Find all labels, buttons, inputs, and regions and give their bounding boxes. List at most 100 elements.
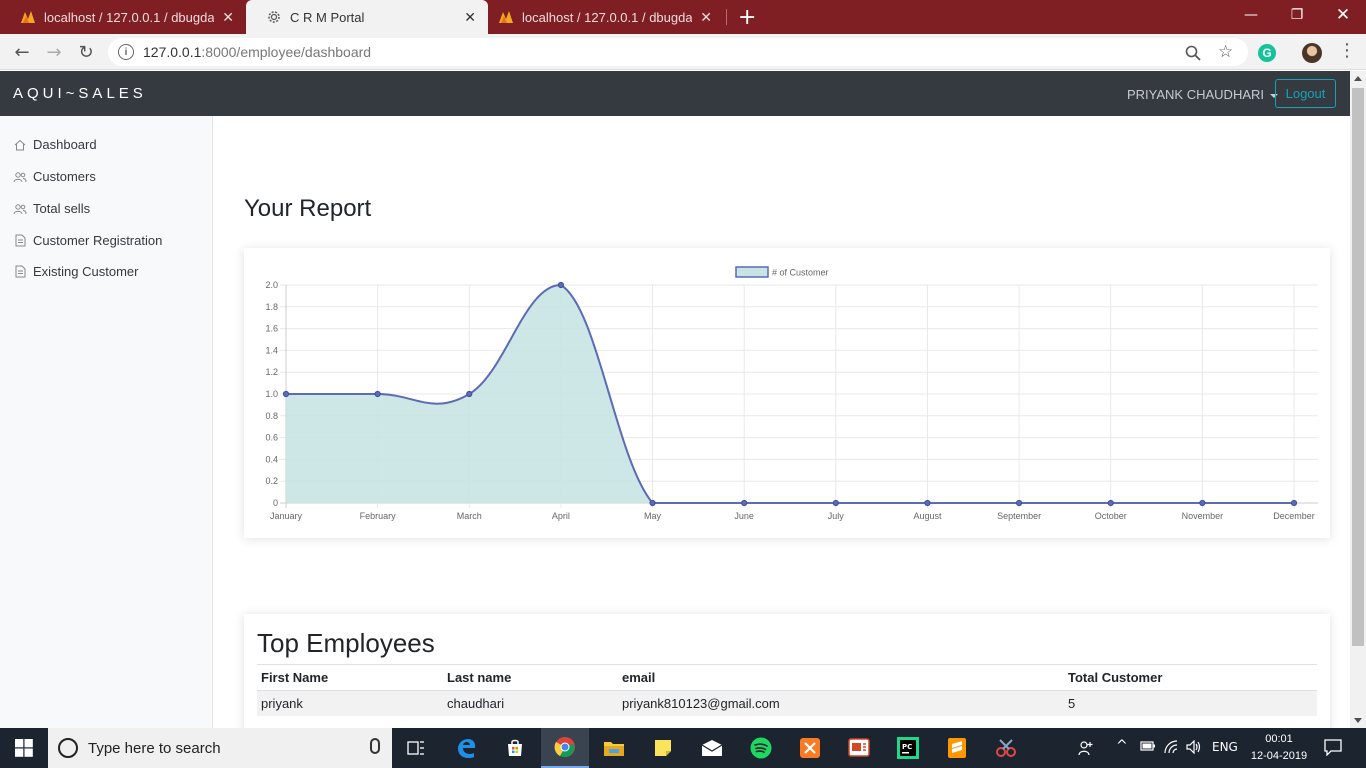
y-tick-label: 0 [273,498,278,508]
page-scrollbar[interactable] [1350,71,1366,728]
profile-avatar[interactable] [1302,43,1322,63]
brand-logo[interactable]: AQUI~SALES [13,85,147,102]
customer-line-chart: 0 0.2 0.4 0.6 0.8 1.0 1.2 1.4 1.6 1.8 2.0 January Fe… [265,266,1318,521]
spotify-icon[interactable] [737,728,785,768]
x-tick-label: February [360,511,397,521]
close-icon[interactable]: ✕ [222,9,234,26]
data-point [1290,499,1298,507]
windows-taskbar: Type here to search PC ^ ENG 00:01 12-04… [0,728,1366,768]
sidebar-item-label: Total sells [33,201,91,216]
language-indicator[interactable]: ENG [1212,740,1238,754]
sidebar-item-customers[interactable]: Customers [13,169,96,184]
new-tab-button[interactable]: + [738,5,756,30]
browser-tab-3[interactable]: localhost / 127.0.0.1 / dbugdatabase ✕ [478,0,724,34]
browser-tab-1[interactable]: localhost / 127.0.0.1 / dbugdatabase ✕ [0,0,246,34]
snipping-tool-icon[interactable] [982,728,1030,768]
sidebar-item-customer-registration[interactable]: Customer Registration [13,233,162,248]
notifications-icon[interactable] [1324,738,1342,759]
y-tick-label: 0.4 [265,454,278,464]
url-field[interactable]: i 127.0.0.1:8000/employee/dashboard ☆ [108,38,1248,66]
scroll-thumb[interactable] [1352,88,1364,646]
gear-icon [266,9,282,25]
data-point [741,499,748,507]
pycharm-icon[interactable]: PC [884,728,932,768]
employees-table: First Name Last name email Total Custome… [257,664,1317,716]
address-bar: ← → ↻ i 127.0.0.1:8000/employee/dashboar… [0,34,1366,70]
browser-tab-2[interactable]: C R M Portal ✕ [246,0,488,34]
search-placeholder: Type here to search [88,740,221,757]
y-tick-label: 0.6 [265,433,278,443]
people-icon[interactable] [1078,740,1094,759]
reload-icon[interactable]: ↻ [74,40,98,64]
url-text[interactable]: 127.0.0.1:8000/employee/dashboard [143,44,371,60]
y-tick-label: 1.4 [265,345,278,355]
y-tick-label: 2.0 [265,280,278,290]
store-icon[interactable] [491,728,539,768]
forward-icon[interactable]: → [42,40,66,64]
legend-swatch [735,266,769,278]
user-dropdown[interactable]: PRIYANK CHAUDHARI [1127,87,1279,102]
clock-time: 00:01 [1265,733,1293,745]
tab-title: localhost / 127.0.0.1 / dbugdatabase [522,9,692,25]
back-icon[interactable]: ← [10,40,34,64]
restore-icon[interactable]: ❐ [1274,0,1320,30]
report-chart-card: 0 0.2 0.4 0.6 0.8 1.0 1.2 1.4 1.6 1.8 2.0 January Fe… [244,248,1330,538]
system-clock[interactable]: 00:01 12-04-2019 [1248,731,1310,765]
mail-icon[interactable] [688,728,736,768]
battery-icon[interactable] [1140,740,1156,755]
zoom-icon[interactable] [1185,45,1201,65]
info-icon[interactable]: i [118,44,134,60]
close-window-icon[interactable]: ✕ [1320,0,1366,30]
y-tick-label: 1.2 [265,367,278,377]
url-path: :8000/employee/dashboard [201,44,372,60]
close-icon[interactable]: ✕ [700,9,712,26]
xampp-icon[interactable] [786,728,834,768]
edge-browser-icon[interactable] [442,728,490,768]
app-navbar: AQUI~SALES PRIYANK CHAUDHARI Logout [0,71,1350,116]
volume-icon[interactable] [1186,739,1202,757]
table-cell: priyank [257,690,443,716]
y-tick-label: 1.8 [265,302,278,312]
windows-start-icon[interactable] [0,728,48,768]
sidebar-item-dashboard[interactable]: Dashboard [13,137,97,152]
file-explorer-icon[interactable] [590,728,638,768]
sticky-notes-icon[interactable] [639,728,687,768]
bookmark-star-icon[interactable]: ☆ [1218,42,1233,62]
microphone-icon[interactable] [370,738,380,754]
menu-dots-icon[interactable]: ⋮ [1338,40,1356,61]
wifi-icon[interactable] [1163,740,1179,757]
scroll-up-icon[interactable] [1354,76,1362,81]
home-icon [13,138,27,152]
y-tick-label: 0.2 [265,476,278,486]
clock-date: 12-04-2019 [1250,750,1308,762]
sidebar-item-total-sells[interactable]: Total sells [13,201,90,216]
data-point [466,390,473,398]
task-view-icon[interactable] [392,728,440,768]
column-header: Last name [443,664,618,691]
chrome-icon[interactable] [541,728,589,768]
data-point [924,499,931,507]
chevron-up-icon[interactable]: ^ [1116,738,1128,754]
sidebar: Dashboard Customers Total sells Customer… [0,116,213,728]
table-header-row: First Name Last name email Total Custome… [257,664,1317,691]
sidebar-item-existing-customer[interactable]: Existing Customer [13,264,138,279]
logout-button[interactable]: Logout [1275,79,1336,108]
x-tick-label: May [644,511,662,521]
close-icon[interactable]: ✕ [464,9,476,26]
sidebar-item-label: Customers [33,169,96,184]
x-tick-label: November [1182,511,1224,521]
minimize-icon[interactable]: — [1228,0,1274,30]
column-header: First Name [257,664,443,691]
x-tick-label: April [552,511,570,521]
data-point [282,390,290,398]
grammarly-icon[interactable]: G [1258,44,1276,62]
main-content: Your Report 0 0.2 0.4 0.6 0.8 1.0 1.2 1.4 1.6 1.8… [214,116,1350,728]
sublime-text-icon[interactable] [933,728,981,768]
x-tick-label: June [734,511,754,521]
taskbar-search-input[interactable]: Type here to search [48,728,392,768]
x-tick-label: July [828,511,845,521]
y-tick-label: 1.6 [265,324,278,334]
presentation-app-icon[interactable] [835,728,883,768]
scroll-down-icon[interactable] [1354,718,1362,723]
data-point [1107,499,1114,507]
